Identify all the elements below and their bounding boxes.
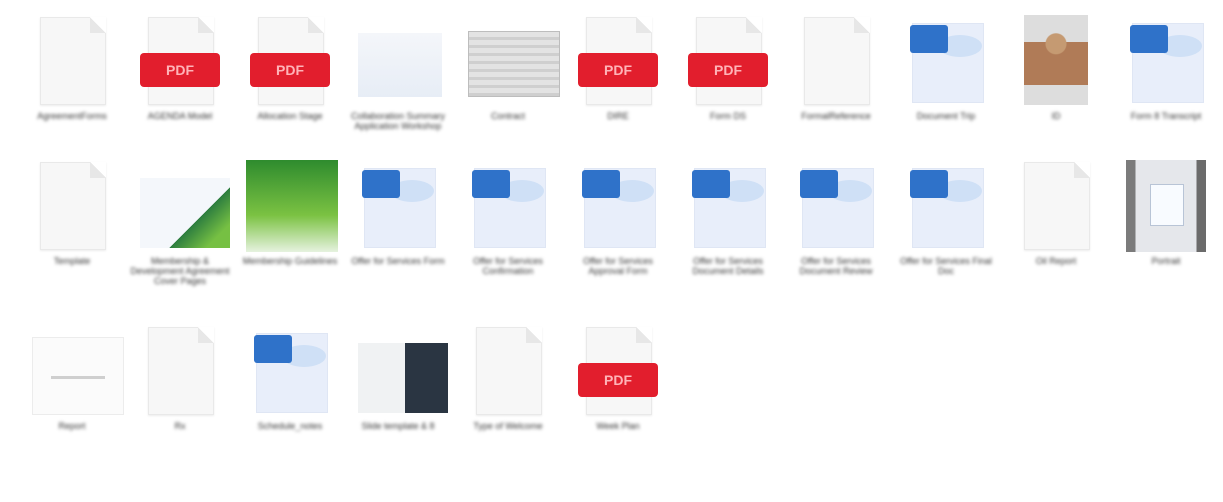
file-item[interactable]: ID — [1006, 15, 1106, 121]
file-item[interactable]: Collaboration Summary Application Worksh… — [348, 15, 448, 131]
file-item[interactable]: Report — [22, 325, 124, 431]
pdf-badge: PDF — [688, 53, 768, 87]
document-icon — [796, 15, 876, 107]
pdf-badge: PDF — [578, 53, 658, 87]
file-label: Template — [53, 256, 91, 266]
file-item[interactable]: FormalReference — [786, 15, 886, 121]
file-label: Offer for Services Document Review — [799, 256, 873, 276]
word-doc-icon — [906, 160, 986, 252]
file-label: ID — [1051, 111, 1061, 121]
file-label: Offer for Services Confirmation — [473, 256, 543, 276]
file-item[interactable]: Form 8 Transcript — [1116, 15, 1216, 121]
file-label: Offer for Services Document Details — [692, 256, 764, 276]
file-label: Report — [58, 421, 86, 431]
pdf-icon: PDF — [250, 15, 330, 107]
image-thumbnail — [358, 325, 448, 417]
file-item[interactable]: Portrait — [1116, 160, 1216, 266]
pdf-icon: PDF — [140, 15, 220, 107]
word-doc-icon — [906, 15, 986, 107]
file-item[interactable]: Rx — [130, 325, 230, 431]
file-item[interactable]: Offer for Services Approval Form — [568, 160, 668, 276]
file-label: Document Trip — [916, 111, 976, 121]
file-label: AGENDA Model — [147, 111, 213, 121]
file-item[interactable]: AgreementForms — [22, 15, 122, 121]
pdf-icon: PDF — [578, 325, 658, 417]
file-item[interactable]: Offer for Services Form — [348, 160, 448, 266]
word-doc-icon — [250, 325, 330, 417]
document-icon — [1016, 160, 1096, 252]
file-label: DIRE — [607, 111, 629, 121]
file-item[interactable]: PDF AGENDA Model — [130, 15, 230, 121]
word-doc-icon — [688, 160, 768, 252]
word-doc-icon — [578, 160, 658, 252]
file-item[interactable]: PDF Allocation Stage — [240, 15, 340, 121]
file-label: Membership Guidelines — [242, 256, 338, 266]
word-doc-icon — [1126, 15, 1206, 107]
file-item[interactable]: Offer for Services Document Review — [786, 160, 886, 276]
image-thumbnail — [140, 160, 230, 252]
file-item[interactable]: PDF DIRE — [568, 15, 668, 121]
file-label: FormalReference — [801, 111, 871, 121]
pdf-icon: PDF — [578, 15, 658, 107]
file-label: Schedule_notes — [257, 421, 323, 431]
document-icon — [32, 160, 112, 252]
file-label: Week Plan — [596, 421, 640, 431]
file-item[interactable]: PDF Week Plan — [568, 325, 668, 431]
document-icon — [32, 15, 112, 107]
file-item[interactable]: Membership & Development Agreement Cover… — [130, 160, 230, 286]
word-doc-icon — [796, 160, 876, 252]
file-label: Allocation Stage — [257, 111, 323, 121]
file-grid: AgreementForms PDF AGENDA Model PDF Allocati… — [0, 0, 1223, 502]
file-label: Membership & Development Agreement Cover… — [130, 256, 230, 286]
file-label: Collaboration Summary Application Worksh… — [350, 111, 446, 131]
file-label: Portrait — [1151, 256, 1181, 266]
file-item[interactable]: Slide template & 8 — [348, 325, 448, 431]
file-label: Offer for Services Approval Form — [583, 256, 653, 276]
word-doc-icon — [468, 160, 548, 252]
pdf-icon: PDF — [688, 15, 768, 107]
file-item[interactable]: Offer for Services Confirmation — [458, 160, 558, 276]
image-thumbnail — [1126, 160, 1206, 252]
image-thumbnail — [358, 15, 442, 107]
file-label: Type of Welcome — [473, 421, 543, 431]
file-label: Offer for Services Form — [351, 256, 445, 266]
file-item[interactable]: Offer for Services Document Details — [678, 160, 778, 276]
file-item[interactable]: Type of Welcome — [458, 325, 558, 431]
image-thumbnail — [246, 160, 338, 252]
file-item[interactable]: Schedule_notes — [240, 325, 340, 431]
image-thumbnail — [32, 325, 124, 417]
image-thumbnail — [468, 15, 560, 107]
file-item[interactable]: Template — [22, 160, 122, 266]
file-label: Contract — [490, 111, 525, 121]
file-label: Slide template & 8 — [361, 421, 435, 431]
file-item[interactable]: Offer for Services Final Doc — [896, 160, 996, 276]
file-label: Rx — [174, 421, 186, 431]
document-icon — [468, 325, 548, 417]
file-item[interactable]: Document Trip — [896, 15, 996, 121]
word-doc-icon — [358, 160, 438, 252]
document-icon — [140, 325, 220, 417]
file-item[interactable]: Membership Guidelines — [240, 160, 340, 266]
pdf-badge: PDF — [578, 363, 658, 397]
file-label: Form DS — [710, 111, 746, 121]
file-label: AgreementForms — [37, 111, 107, 121]
file-label: Oil Report — [1035, 256, 1077, 266]
pdf-badge: PDF — [140, 53, 220, 87]
file-item[interactable]: PDF Form DS — [678, 15, 778, 121]
file-item[interactable]: Contract — [458, 15, 560, 121]
photo-thumbnail — [1016, 15, 1096, 107]
pdf-badge: PDF — [250, 53, 330, 87]
file-item[interactable]: Oil Report — [1006, 160, 1106, 266]
file-label: Form 8 Transcript — [1130, 111, 1202, 121]
file-label: Offer for Services Final Doc — [900, 256, 992, 276]
